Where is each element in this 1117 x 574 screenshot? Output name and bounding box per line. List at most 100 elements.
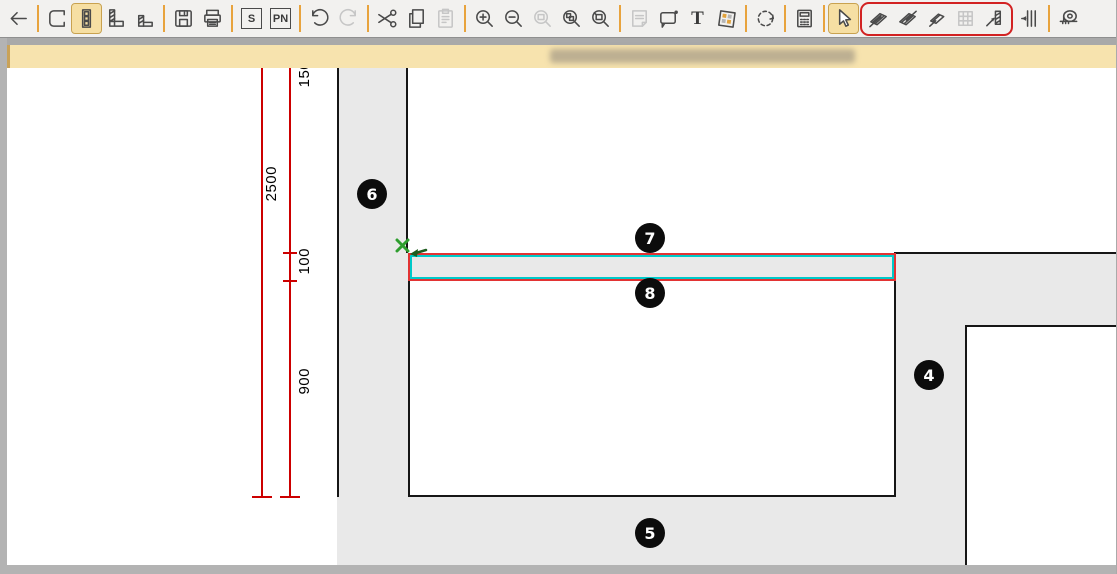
dimension-tick: [283, 280, 297, 282]
wall-left[interactable]: [337, 68, 408, 565]
toolbar-separator: [464, 5, 466, 32]
back-icon: [7, 7, 30, 30]
measure-icon: [1057, 7, 1080, 30]
save-icon: [172, 7, 195, 30]
wall-right-top-line: [894, 252, 1117, 254]
note-icon: [628, 7, 651, 30]
drawing-title-bar: [7, 45, 1117, 68]
zoom-in-button[interactable]: [470, 4, 499, 33]
frame-view-button[interactable]: [43, 4, 72, 33]
copy-icon: [405, 7, 428, 30]
insert-profile-button[interactable]: [922, 4, 951, 33]
toolbar-separator: [163, 5, 165, 32]
calculator-button[interactable]: [790, 4, 819, 33]
dimension-tick: [280, 496, 300, 498]
refresh-button[interactable]: [751, 4, 780, 33]
pn-button-label: PN: [270, 8, 291, 29]
zoom-pages-button[interactable]: [557, 4, 586, 33]
selected-profile[interactable]: [408, 253, 896, 281]
paste-icon: [434, 7, 457, 30]
zoom-pages-icon: [560, 7, 583, 30]
zoom-extent-button[interactable]: [528, 4, 557, 33]
corner-section-button[interactable]: [101, 4, 130, 33]
dimension-tick: [252, 496, 272, 498]
zoom-out-icon: [502, 7, 525, 30]
insert-profile-icon: [925, 7, 948, 30]
measure-button[interactable]: [1054, 4, 1083, 33]
toolbar-separator: [231, 5, 233, 32]
text-button-label: T: [691, 8, 704, 30]
toolbar-separator: [1048, 5, 1050, 32]
vertical-section-icon: [75, 7, 98, 30]
highlighted-tool-group: [860, 2, 1013, 36]
zoom-window-icon: [589, 7, 612, 30]
corner-detail-icon: [133, 7, 156, 30]
window-opening[interactable]: [408, 281, 896, 497]
wall-left-edge-line: [406, 68, 408, 253]
paste-button[interactable]: [431, 4, 460, 33]
corner-detail-button[interactable]: [130, 4, 159, 33]
app-window: S PN T 2500 1500 100 900 6 7 8 4 5: [0, 0, 1117, 574]
status-bar: [7, 565, 1117, 574]
s-button-label: S: [241, 8, 262, 29]
toolbar-separator: [619, 5, 621, 32]
refresh-icon: [754, 7, 777, 30]
right-niche: [965, 325, 1117, 565]
toolbar-separator: [367, 5, 369, 32]
toolbar-separator: [823, 5, 825, 32]
s-button[interactable]: S: [237, 4, 266, 33]
zoom-in-icon: [473, 7, 496, 30]
note-button[interactable]: [625, 4, 654, 33]
calculator-icon: [793, 7, 816, 30]
select-cursor-button[interactable]: [829, 4, 858, 33]
insert-wall-button[interactable]: [980, 4, 1009, 33]
grid-button[interactable]: [951, 4, 980, 33]
insert-panel-right-button[interactable]: [893, 4, 922, 33]
pn-button[interactable]: PN: [266, 4, 295, 33]
comment-button[interactable]: [654, 4, 683, 33]
dimension-label-900: 900: [296, 368, 313, 395]
annotation-badge-6: 6: [357, 179, 387, 209]
redo-icon: [337, 7, 360, 30]
window-left-frame: [0, 38, 7, 574]
insert-panel-left-icon: [867, 7, 890, 30]
print-icon: [201, 7, 224, 30]
toolbar-separator: [299, 5, 301, 32]
cut-icon: [376, 7, 399, 30]
print-button[interactable]: [198, 4, 227, 33]
insert-panel-left-button[interactable]: [864, 4, 893, 33]
dimension-icon: [1018, 7, 1041, 30]
dimension-line-segments: [289, 68, 291, 497]
dimension-line-2500: [261, 68, 263, 497]
copy-button[interactable]: [402, 4, 431, 33]
annotation-badge-7: 7: [635, 223, 665, 253]
dimension-label-100: 100: [296, 248, 313, 275]
zoom-extent-icon: [531, 7, 554, 30]
annotation-badge-4: 4: [914, 360, 944, 390]
redo-button[interactable]: [334, 4, 363, 33]
window-band: [0, 38, 1117, 45]
corner-section-icon: [104, 7, 127, 30]
select-cursor-icon: [832, 7, 855, 30]
materials-button[interactable]: [712, 4, 741, 33]
save-button[interactable]: [169, 4, 198, 33]
zoom-out-button[interactable]: [499, 4, 528, 33]
cut-button[interactable]: [373, 4, 402, 33]
text-button[interactable]: T: [683, 4, 712, 33]
snap-arrow-icon: [408, 247, 428, 260]
annotation-badge-8: 8: [635, 278, 665, 308]
dimension-tick: [283, 252, 297, 254]
undo-icon: [308, 7, 331, 30]
insert-wall-icon: [983, 7, 1006, 30]
insert-panel-right-icon: [896, 7, 919, 30]
toolbar-separator: [784, 5, 786, 32]
dimension-button[interactable]: [1015, 4, 1044, 33]
redacted-title-text: [550, 49, 855, 63]
zoom-window-button[interactable]: [586, 4, 615, 33]
comment-icon: [657, 7, 680, 30]
undo-button[interactable]: [305, 4, 334, 33]
drawing-canvas[interactable]: 2500 1500 100 900 6 7 8 4 5: [7, 68, 1117, 565]
back-button[interactable]: [4, 4, 33, 33]
toolbar-separator: [37, 5, 39, 32]
vertical-section-button[interactable]: [72, 4, 101, 33]
